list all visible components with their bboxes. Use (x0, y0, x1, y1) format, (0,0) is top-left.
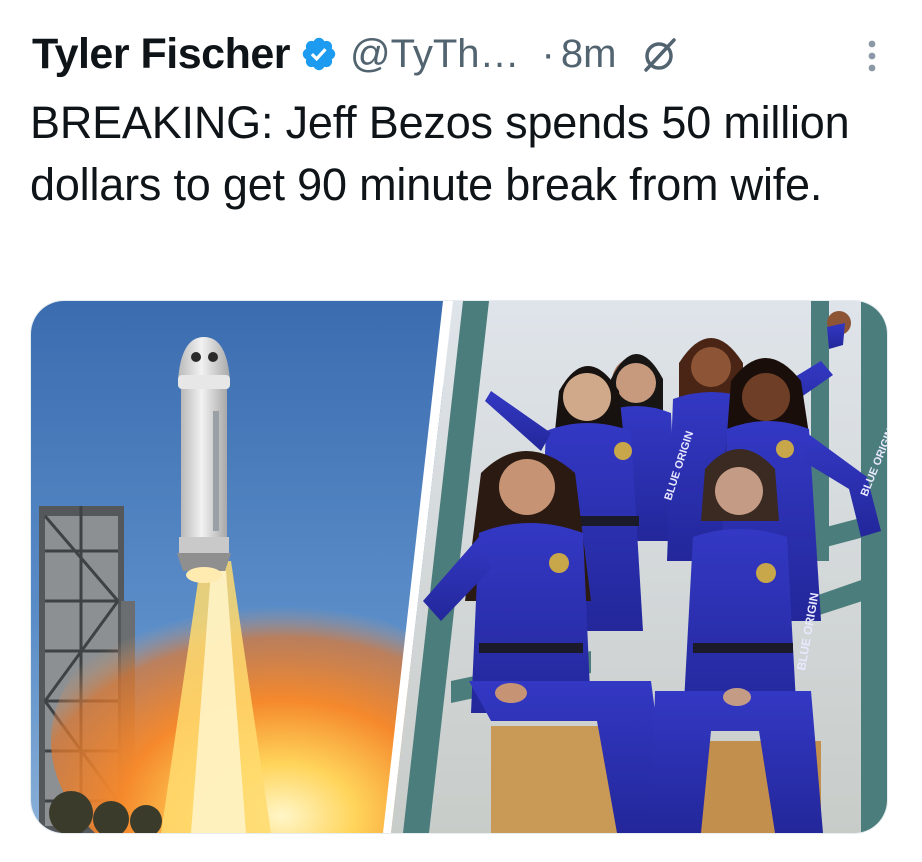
crew-group-photo: BLUE ORIGIN BLUE ORIGIN BLUE ORIGIN (391, 301, 887, 833)
tweet-header: Tyler Fischer @TyTh… · 8m (32, 22, 892, 86)
rocket (177, 337, 231, 583)
more-vertical-icon[interactable] (852, 36, 892, 76)
author-handle[interactable]: @TyTh… (350, 32, 520, 77)
tweet-text: BREAKING: Jeff Bezos spends 50 million d… (30, 97, 850, 210)
author-display-name[interactable]: Tyler Fischer (32, 30, 291, 79)
tweet-card[interactable]: Tyler Fischer @TyTh… · 8m BREAKING: Jeff… (0, 0, 922, 862)
timestamp[interactable]: 8m (561, 32, 617, 77)
verified-badge-icon[interactable] (300, 35, 338, 73)
tweet-media[interactable]: BLUE ORIGIN BLUE ORIGIN BLUE ORIGIN (30, 300, 888, 834)
separator-dot: · (541, 31, 555, 76)
grok-icon[interactable] (638, 32, 682, 76)
